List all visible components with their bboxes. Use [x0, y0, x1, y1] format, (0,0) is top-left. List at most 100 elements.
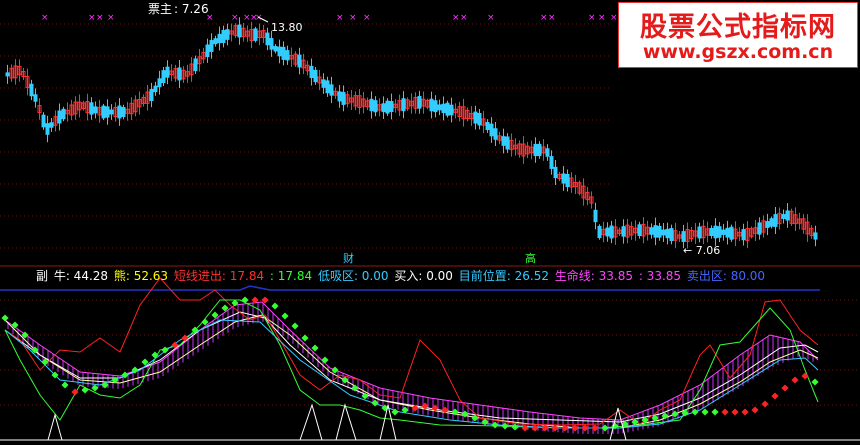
- candle-body: [445, 102, 450, 116]
- x-marker: ×: [487, 13, 495, 23]
- candle-body: [45, 123, 50, 135]
- candle-body: [325, 80, 330, 94]
- x-marker: ×: [107, 13, 115, 23]
- dot-red: [791, 376, 799, 384]
- candle-body: [417, 95, 422, 109]
- candle-body: [681, 231, 686, 242]
- candle-body: [109, 109, 114, 115]
- candle-body: [473, 111, 478, 124]
- main-grid: [0, 23, 612, 249]
- candle-body: [781, 214, 786, 219]
- buy-spike: [335, 403, 357, 441]
- candle-body: [489, 123, 494, 137]
- candle-body: [433, 100, 438, 113]
- x-marker: ×: [540, 13, 548, 23]
- dot-green: [711, 408, 719, 416]
- x-marker: ×: [88, 13, 96, 23]
- candle-body: [769, 218, 774, 227]
- dot-red: [781, 384, 789, 392]
- candle-body: [501, 136, 506, 146]
- buy-spike: [299, 403, 323, 441]
- candle-body: [369, 98, 374, 112]
- dot-green: [1, 314, 9, 322]
- dot-red: [751, 406, 759, 414]
- candle-body: [477, 112, 482, 126]
- candle-body: [153, 85, 158, 93]
- candle-body: [277, 46, 282, 57]
- candle-body: [253, 28, 258, 41]
- candle-body: [177, 67, 182, 81]
- candle-body: [101, 105, 106, 119]
- candle-body: [661, 229, 666, 236]
- candle-body: [533, 143, 538, 157]
- indicator-lines: [0, 277, 860, 441]
- dot-green: [291, 322, 299, 330]
- candle-body: [117, 105, 122, 119]
- dot-green: [311, 344, 319, 352]
- candle-body: [213, 38, 218, 45]
- dot-green: [281, 312, 289, 320]
- candle-body: [341, 91, 346, 105]
- candle-body: [605, 227, 610, 237]
- watermark-url: www.gszx.com.cn: [642, 41, 834, 63]
- candle-body: [161, 70, 166, 84]
- candle-body: [49, 122, 54, 128]
- x-markers: ×××××××××××××××××××××: [41, 13, 628, 23]
- candle-body: [5, 72, 10, 77]
- candle-body: [273, 46, 278, 52]
- candle-body: [149, 88, 154, 102]
- candle-body: [281, 46, 286, 60]
- legend-item: : 33.85: [638, 269, 685, 283]
- marker-cai: 财: [343, 251, 354, 265]
- candle-body: [313, 69, 318, 83]
- candle-body: [669, 228, 674, 241]
- candle-body: [93, 106, 98, 114]
- candle-body: [621, 226, 626, 237]
- life-line: [4, 301, 819, 421]
- candle-body: [725, 227, 730, 238]
- candle-body: [329, 84, 334, 96]
- candle-body: [493, 128, 498, 140]
- candle-body: [429, 98, 434, 112]
- x-marker: ×: [231, 13, 239, 23]
- candle-body: [757, 222, 762, 235]
- watermark-logo: 股票公式指标网 www.gszx.com.cn: [618, 2, 858, 68]
- candle-body: [449, 104, 454, 116]
- candle-body: [637, 224, 642, 237]
- x-marker: ×: [41, 13, 49, 23]
- dot-green: [701, 408, 709, 416]
- candle-body: [649, 227, 654, 235]
- dot-red: [731, 408, 739, 416]
- candle-body: [165, 66, 170, 78]
- x-marker: ×: [336, 13, 344, 23]
- x-marker: ×: [588, 13, 596, 23]
- dot-red: [771, 392, 779, 400]
- marker-gao: 高: [525, 251, 536, 265]
- candle-body: [105, 106, 110, 118]
- candle-body: [545, 148, 550, 157]
- dot-green: [241, 296, 249, 304]
- dot-red: [721, 408, 729, 416]
- candle-body: [741, 229, 746, 241]
- dot-red: [761, 400, 769, 408]
- candle-body: [553, 166, 558, 179]
- candle-body: [33, 94, 38, 102]
- candle-body: [221, 30, 226, 43]
- candle-body: [41, 114, 46, 128]
- indicator-legend: 副 牛: 44.28 熊: 52.63 短线进出: 17.84 : 17.84 …: [36, 267, 767, 284]
- candle-body: [157, 78, 162, 88]
- legend-item: 牛: 44.28: [53, 269, 112, 283]
- low-price-label: ← 7.06: [683, 244, 720, 257]
- dot-green: [161, 346, 169, 354]
- candle-body: [193, 58, 198, 72]
- candle-body: [217, 33, 222, 44]
- candle-body: [337, 91, 342, 102]
- candle-body: [297, 54, 302, 68]
- legend-item: 卖出区: 80.00: [686, 269, 766, 283]
- candle-body: [561, 173, 566, 184]
- candle-body: [61, 108, 66, 120]
- candle-body: [713, 225, 718, 239]
- sub-panel-label: 副: [36, 269, 52, 283]
- candle-body: [593, 209, 598, 223]
- sell-zone-line: [0, 285, 820, 291]
